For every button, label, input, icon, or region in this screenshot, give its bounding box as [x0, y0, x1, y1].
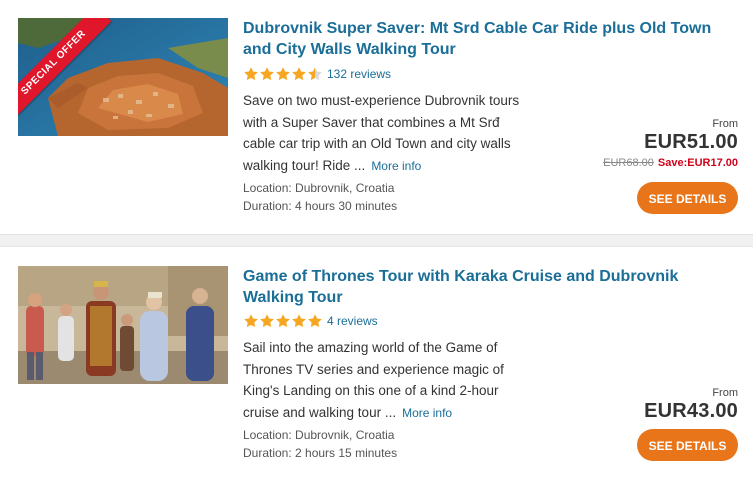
tour-photo	[18, 266, 228, 384]
save-amount: Save:EUR17.00	[657, 157, 738, 169]
tour-meta: Location: Dubrovnik, Croatia Duration: 2…	[243, 426, 397, 462]
more-info-link[interactable]: More info	[402, 406, 452, 420]
from-label: From	[712, 387, 738, 399]
duration-text: Duration: 2 hours 15 minutes	[243, 446, 398, 460]
card-divider	[0, 234, 753, 247]
location-text: Location: Dubrovnik, Croatia	[243, 428, 395, 442]
reviews-link[interactable]: 4 reviews	[327, 314, 378, 328]
star-full-icon	[308, 314, 322, 328]
location-text: Location: Dubrovnik, Croatia	[243, 181, 395, 195]
tour-image-dubrovnik-aerial[interactable]: SPECIAL OFFER	[18, 18, 228, 136]
original-price: EUR68.00	[603, 157, 654, 169]
from-label: From	[712, 118, 738, 130]
tour-title-link[interactable]: Game of Thrones Tour with Karaka Cruise …	[243, 266, 723, 308]
price-value: EUR43.00	[644, 400, 738, 422]
tour-image-game-of-thrones[interactable]	[18, 266, 228, 384]
see-details-button[interactable]: SEE DETAILS	[637, 429, 738, 461]
star-full-icon	[244, 314, 258, 328]
star-full-icon	[292, 67, 306, 81]
star-rating	[243, 66, 323, 82]
star-full-icon	[292, 314, 306, 328]
more-info-link[interactable]: More info	[371, 159, 421, 173]
rating: 4 reviews	[243, 313, 378, 329]
rating: 132 reviews	[243, 66, 391, 82]
reviews-link[interactable]: 132 reviews	[327, 67, 391, 81]
savings-line: EUR68.00 Save:EUR17.00	[603, 157, 738, 169]
description-text: Sail into the amazing world of the Game …	[243, 340, 504, 420]
price-block: From EUR51.00 EUR68.00 Save:EUR17.00	[603, 118, 738, 169]
star-half-icon	[308, 67, 322, 81]
tour-card: Game of Thrones Tour with Karaka Cruise …	[0, 247, 753, 480]
tour-title-link[interactable]: Dubrovnik Super Saver: Mt Srd Cable Car …	[243, 18, 723, 60]
star-full-icon	[276, 67, 290, 81]
star-full-icon	[244, 67, 258, 81]
see-details-button[interactable]: SEE DETAILS	[637, 182, 738, 214]
tour-description: Sail into the amazing world of the Game …	[243, 337, 533, 424]
tour-card: SPECIAL OFFER Dubrovnik Super Saver: Mt …	[0, 0, 753, 234]
star-full-icon	[260, 314, 274, 328]
tour-description: Save on two must-experience Dubrovnik to…	[243, 90, 533, 177]
star-full-icon	[260, 67, 274, 81]
tour-meta: Location: Dubrovnik, Croatia Duration: 4…	[243, 179, 397, 215]
star-full-icon	[276, 314, 290, 328]
price-block: From EUR43.00	[644, 387, 738, 423]
star-rating	[243, 313, 323, 329]
price-value: EUR51.00	[644, 131, 738, 153]
duration-text: Duration: 4 hours 30 minutes	[243, 199, 398, 213]
